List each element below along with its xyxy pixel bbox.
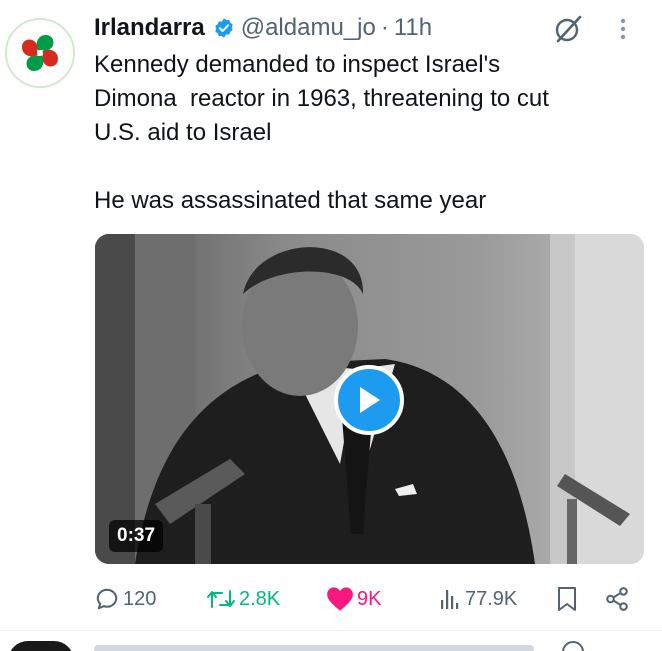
avatar[interactable] [5,18,75,88]
tweet-text-line: He was assassinated that same year [94,187,487,214]
tweet-text-line: Dimona reactor in 1963, threatening to c… [94,85,549,112]
separator-dot: · [380,14,389,41]
like-count: 9K [357,587,382,610]
play-icon [360,387,380,413]
view-count: 77.9K [465,587,518,610]
reply-icon [96,588,118,610]
more-vertical-icon[interactable] [620,17,626,46]
tweet-text: Kennedy demanded to inspect Israel's Dim… [94,48,639,218]
next-tweet-preview[interactable] [0,631,662,651]
reply-button[interactable]: 120 [94,582,156,616]
heart-icon [327,587,353,611]
play-button[interactable] [334,365,404,435]
repost-count: 2.8K [239,587,281,610]
verified-badge-icon [213,17,235,39]
like-button[interactable]: 9K [326,582,381,616]
grok-icon [562,641,584,651]
next-tweet-header-placeholder [94,645,534,651]
views-icon [441,590,459,609]
views-button[interactable]: 77.9K [438,582,517,616]
tweet-text-line: Kennedy demanded to inspect Israel's [94,51,501,78]
bookmark-button[interactable] [556,582,578,616]
display-name[interactable]: Irlandarra [94,14,205,42]
video-duration: 0:37 [109,520,164,552]
repost-button[interactable]: 2.8K [206,582,280,616]
grok-icon[interactable] [552,13,584,50]
share-button[interactable] [604,582,630,616]
next-tweet-avatar [8,641,74,651]
reply-count: 120 [123,587,157,610]
action-bar: 120 2.8K 9K 77.9K [94,582,642,616]
user-handle[interactable]: @aldamu_jo [241,14,376,42]
tweet-text-line: U.S. aid to Israel [94,119,272,146]
bookmark-icon [558,587,576,611]
tweet-header: Irlandarra @aldamu_jo · 11h [94,11,642,45]
lauburu-logo [7,20,73,86]
share-icon [606,587,628,611]
timestamp[interactable]: 11h [394,14,432,42]
repost-icon [207,590,235,608]
